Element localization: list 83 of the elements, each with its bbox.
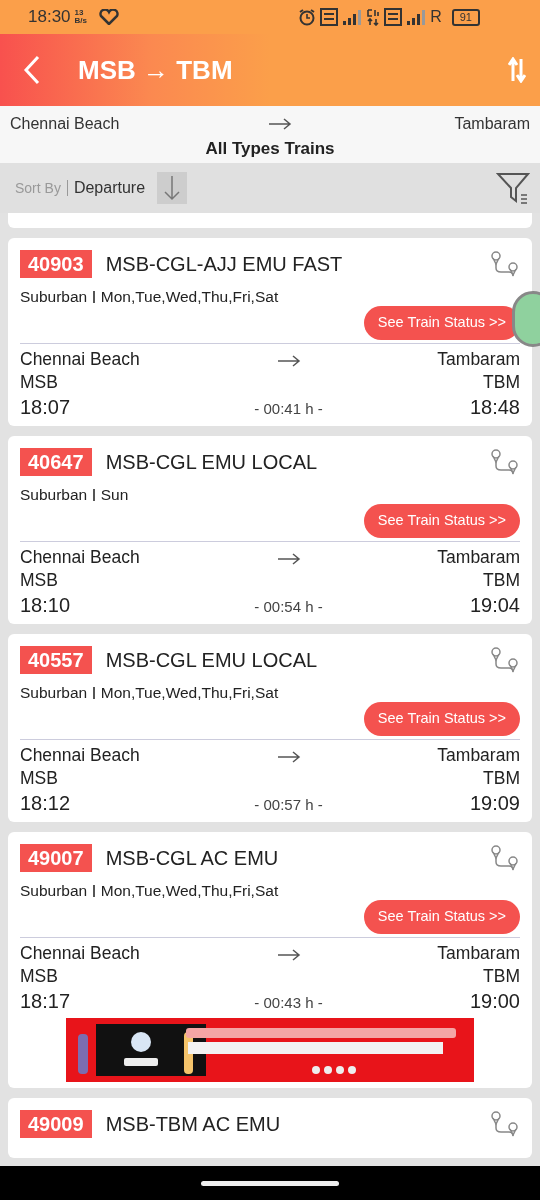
arrow-icon (267, 118, 292, 130)
arrival-time: 18:48 (469, 395, 520, 420)
departure-time: 18:17 (20, 989, 72, 1014)
network-speed: 13 (74, 9, 85, 17)
battery-indicator: 91 (451, 8, 480, 26)
sort-label: Sort By (15, 178, 61, 198)
departure-time: 18:07 (20, 395, 72, 420)
train-type-label: All Types Trains (204, 138, 336, 160)
signal-icon (342, 8, 363, 26)
running-days: Mon,Tue,Wed,Thu,Fri,Sat (100, 285, 279, 309)
arrival-time: 19:09 (469, 791, 520, 816)
swap-icon[interactable] (508, 57, 526, 83)
arrow-icon (276, 355, 301, 367)
train-number: 40903 (20, 250, 92, 278)
screen-title: MSB → TBM (78, 53, 233, 87)
origin-station: Chennai Beach (10, 114, 120, 134)
train-name: MSB-TBM AC EMU (105, 1112, 281, 1137)
origin-code: MSB (20, 569, 59, 592)
journey-duration: - 00:43 h - (254, 992, 323, 1013)
origin-code: MSB (20, 767, 59, 790)
filter-icon[interactable] (496, 171, 530, 205)
train-number: 40557 (20, 646, 92, 674)
route-map-icon[interactable] (490, 250, 520, 278)
roaming-indicator: R (430, 7, 442, 27)
running-days: Sun (100, 483, 129, 507)
origin-station: Chennai Beach (20, 942, 140, 965)
heart-icon (99, 9, 119, 25)
train-number: 40647 (20, 448, 92, 476)
running-days: Mon,Tue,Wed,Thu,Fri,Sat (100, 681, 279, 705)
sort-value[interactable]: Departure (73, 176, 146, 200)
departure-time: 18:12 (20, 791, 72, 816)
volte-icon (384, 8, 403, 26)
train-category: Suburban (20, 485, 88, 505)
destination-station: Tambaram (437, 546, 520, 569)
train-number: 49007 (20, 844, 92, 872)
origin-code: MSB (20, 965, 59, 988)
arrow-icon (276, 949, 301, 961)
alarm-icon (298, 8, 317, 26)
train-name: MSB-CGL EMU LOCAL (105, 648, 318, 673)
signal-icon (406, 8, 427, 26)
train-name: MSB-CGL-AJJ EMU FAST (105, 252, 343, 277)
origin-station: Chennai Beach (20, 546, 140, 569)
train-name: MSB-CGL EMU LOCAL (105, 450, 318, 475)
train-status-button[interactable]: See Train Status >> (363, 900, 520, 934)
train-category: Suburban (20, 287, 88, 307)
volte-icon (320, 8, 339, 26)
destination-station: Tambaram (437, 348, 520, 371)
origin-code: MSB (20, 371, 59, 394)
arrival-time: 19:00 (469, 989, 520, 1014)
sort-order-button[interactable] (157, 172, 188, 204)
journey-duration: - 00:57 h - (254, 794, 323, 815)
speed-unit: B/s (74, 17, 87, 25)
destination-station: Tambaram (437, 744, 520, 767)
train-number: 49009 (20, 1110, 92, 1138)
train-category: Suburban (20, 683, 88, 703)
train-name: MSB-CGL AC EMU (105, 846, 279, 871)
origin-station: Chennai Beach (20, 744, 140, 767)
destination-code: TBM (483, 767, 520, 790)
down-arrow-icon (164, 175, 181, 201)
arrival-time: 19:04 (469, 593, 520, 618)
home-indicator[interactable] (201, 1180, 339, 1186)
destination-code: TBM (483, 965, 520, 988)
clock-time: 18:30 (28, 6, 71, 29)
running-days: Mon,Tue,Wed,Thu,Fri,Sat (100, 879, 279, 903)
route-map-icon[interactable] (490, 646, 520, 674)
departure-time: 18:10 (20, 593, 72, 618)
destination-code: TBM (483, 569, 520, 592)
arrow-icon (276, 553, 301, 565)
journey-duration: - 00:54 h - (254, 596, 323, 617)
arrow-icon (276, 751, 301, 763)
destination-station: Tambaram (437, 942, 520, 965)
route-map-icon[interactable] (490, 448, 520, 476)
journey-duration: - 00:41 h - (254, 398, 323, 419)
train-status-button[interactable]: See Train Status >> (363, 702, 520, 736)
train-category: Suburban (20, 881, 88, 901)
route-map-icon[interactable] (490, 1110, 520, 1138)
train-status-button[interactable]: See Train Status >> (363, 504, 520, 538)
back-icon[interactable] (22, 55, 42, 85)
destination-code: TBM (483, 371, 520, 394)
route-map-icon[interactable] (490, 844, 520, 872)
origin-station: Chennai Beach (20, 348, 140, 371)
destination-station: Tambaram (454, 114, 530, 134)
mobile-data-icon (366, 8, 381, 26)
